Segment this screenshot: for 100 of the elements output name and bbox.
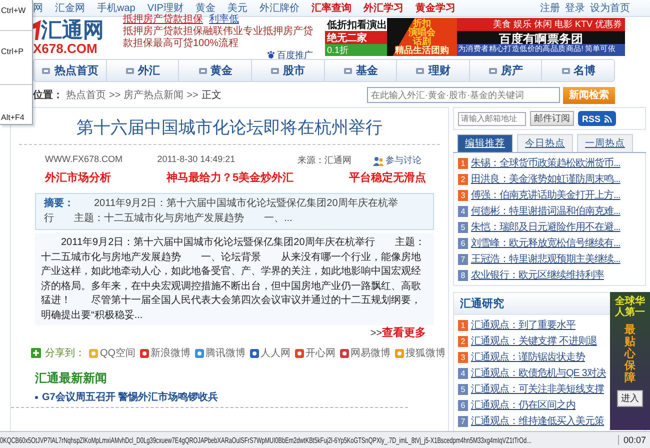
rss-button[interactable]: RSS — [578, 111, 616, 126]
site-logo[interactable]: 汇通网 — [41, 19, 104, 40]
more-link[interactable]: >>查看更多 — [370, 325, 426, 340]
rank-badge: 1 — [458, 158, 468, 168]
rank-badge: 8 — [458, 270, 468, 280]
nav-icon — [415, 66, 426, 76]
email-field[interactable]: 请输入邮箱地址 — [458, 112, 526, 126]
ad-link[interactable]: 抵押房产贷款担保 — [123, 14, 203, 26]
banner-categories: 美食 娱乐 休闲 电影 KTV 优惠券 — [457, 18, 625, 31]
promo-link[interactable]: 平台稳定无滑点 — [349, 170, 426, 185]
nav-item[interactable]: 热点首页 — [34, 60, 107, 81]
promo-link[interactable]: 外汇市场分析 — [45, 170, 111, 185]
nav-item[interactable]: 股市 — [252, 60, 324, 81]
nav-icon — [41, 66, 52, 76]
promo-link[interactable]: 神马最给力？5美金炒外汇 — [166, 170, 294, 185]
headline-link[interactable]: 田洪良：美金涨势如虹谨防周末鸣... — [471, 172, 620, 186]
top-link[interactable]: 黄金学习 — [415, 1, 456, 15]
enter-button[interactable]: 进入 — [617, 390, 643, 408]
headline-link[interactable]: 朱恺：瑞郎及日元避险作用不在避... — [471, 220, 620, 234]
rank-badge: 2 — [458, 336, 468, 346]
menu-item[interactable]: Ctrl+W — [0, 4, 32, 16]
breadcrumb-current: 正文 — [201, 88, 222, 102]
paw-icon — [267, 51, 275, 60]
banner-promo: 折扣 — [413, 19, 431, 28]
account-link[interactable]: 注册 — [540, 1, 560, 15]
ad-headline: 全球华人第一 — [614, 296, 646, 318]
share-site-icon — [340, 348, 349, 358]
nav-icon — [488, 66, 498, 76]
headline-link[interactable]: 刘雪峰：欧元释放宽松信号继续有... — [471, 236, 620, 250]
nav-item[interactable]: 房产 — [470, 60, 542, 81]
headline-link[interactable]: 汇通观点：可关注非美短线支撑 — [471, 382, 604, 396]
rank-badge: 7 — [458, 416, 468, 426]
floating-ad[interactable]: 全球华人第一 最贴心保障 进入 — [610, 292, 650, 430]
headline-link[interactable]: 汇通观点：仍在区间之内 — [471, 398, 576, 412]
share-site-icon — [194, 348, 204, 358]
share-link[interactable]: 新浪微博 — [140, 346, 191, 360]
share-site-icon — [250, 348, 259, 358]
top-link[interactable]: 汇金网 — [55, 1, 85, 15]
tab[interactable]: 一周热点 — [577, 134, 633, 152]
nav-icon — [342, 66, 353, 76]
banner-badge: 绝无二家 — [325, 31, 387, 44]
top-link[interactable]: 美元 — [227, 1, 248, 15]
tab[interactable]: 编辑推荐 — [457, 134, 513, 152]
headline-link[interactable]: 朱锡：全球货币政策趋松欧洲货币... — [471, 156, 620, 170]
rank-badge: 6 — [458, 238, 468, 248]
nav-item[interactable]: 外汇 — [106, 60, 180, 81]
headline-link[interactable]: 何德彬：特里谢措词温和伯南克难... — [471, 204, 620, 218]
breadcrumb-link[interactable]: 热点首页 — [66, 88, 106, 102]
headline-link[interactable]: 汇通观点：关键支撑 不进则退 — [471, 334, 597, 348]
tab[interactable]: 今日热点 — [517, 134, 573, 152]
top-link[interactable]: 黄金 — [195, 1, 216, 15]
logo-domain: X678.COM — [33, 42, 98, 55]
nav-icon — [198, 66, 208, 76]
top-link[interactable]: 汇率查询 — [311, 1, 352, 15]
headline-link[interactable]: 汇通观点：到了重要水平 — [471, 318, 576, 332]
article-body: 2011年9月2日：第十六届中国城市化论坛暨保亿集团20周年庆在杭举行 主题：十二五城市化与房地产发展趋势 一、论坛背景 从来没有哪一个行业，能像房地产业这样，如此地牵动人心，如此地备受官、产、学界的关注，如此地影响中国宏观经济的格局。多年来，在中央宏观调控措施不断出台，但中国房地产业仍一路飘红、高歌猛进！ 尽管第十一届全国人民代表大会第四次会议审议并通过的十二五规划纲要，明确提出要“积极稳妥... — [35, 233, 434, 325]
headline-link[interactable]: 王冠浩：特里谢悲观预期主美继续... — [471, 252, 620, 266]
ad-link[interactable]: 利率低 — [209, 14, 239, 26]
plus-icon — [31, 348, 41, 358]
account-link[interactable]: 登录 — [565, 1, 585, 15]
share-link[interactable]: 开心网 — [294, 346, 336, 360]
nav-item[interactable]: 名博 — [542, 60, 614, 81]
top-link[interactable]: 外汇学习 — [363, 1, 404, 15]
top-link[interactable]: 外汇牌价 — [259, 1, 300, 15]
share-site-icon — [89, 348, 98, 358]
headline-link[interactable]: 农业银行：欧元区继续维持利率 — [471, 268, 604, 282]
rank-badge: 7 — [458, 254, 468, 264]
ad-slogan: 最贴心保障 — [624, 324, 636, 384]
nav-item[interactable]: 基金 — [324, 60, 398, 81]
rank-badge: 3 — [458, 352, 468, 362]
news-link[interactable]: G7会议周五召开 警惕外汇市场鸣锣收兵 — [42, 390, 218, 404]
headline-link[interactable]: 汇通观点：维持逢低买入美元策 — [471, 414, 604, 428]
share-link[interactable]: 腾讯微博 — [194, 346, 246, 360]
subscribe-button[interactable]: 邮件订阅 — [530, 111, 574, 126]
account-link[interactable]: 设为首页 — [590, 1, 630, 15]
share-link[interactable]: QQ空间 — [89, 346, 136, 360]
rank-badge: 5 — [458, 384, 468, 394]
source-label: 来源：汇通网 — [298, 154, 353, 167]
headline-link[interactable]: 汇通观点：欧债危机与QE 3对决 — [471, 366, 606, 380]
nav-item[interactable]: 理财 — [397, 60, 470, 81]
breadcrumb-separator: >> — [186, 90, 198, 100]
headline-link[interactable]: 汇通观点：谨防锯齿状走势 — [471, 350, 585, 364]
people-icon — [372, 156, 384, 166]
breadcrumb-link[interactable]: 房产热点新闻 — [124, 88, 184, 102]
top-link[interactable]: 手机wap — [97, 1, 136, 15]
menu-item[interactable]: Alt+F4 — [0, 111, 32, 124]
search-field[interactable]: 在此输入外汇·黄金·股市·基金的关键词 — [367, 87, 560, 103]
rank-badge: 5 — [458, 222, 468, 232]
nav-item[interactable]: 黄金 — [179, 60, 252, 81]
top-link[interactable]: 网 — [33, 1, 43, 15]
discuss-link[interactable]: 参与讨论 — [372, 154, 438, 167]
share-site-icon — [294, 348, 304, 358]
headline-link[interactable]: 傅强：伯南克讲话助美金打开上方... — [471, 188, 620, 202]
share-link[interactable]: 人人网 — [250, 346, 291, 360]
nav-icon — [124, 66, 135, 76]
banner-discount: 0.1折 — [325, 44, 387, 56]
menu-item[interactable]: Ctrl+P — [0, 45, 32, 58]
top-link[interactable]: VIP理财 — [147, 1, 184, 15]
share-link[interactable]: 网易微博 — [340, 346, 391, 360]
share-link[interactable]: 搜狐微博 — [394, 346, 446, 360]
